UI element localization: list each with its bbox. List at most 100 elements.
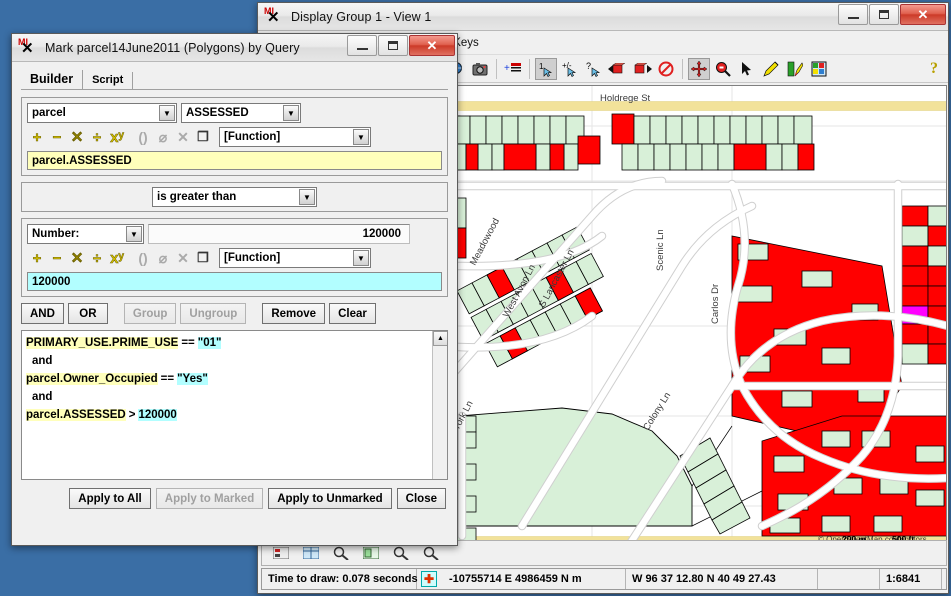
minimize-button[interactable] — [347, 35, 377, 56]
script-operator: == — [181, 337, 195, 349]
maximize-button[interactable] — [378, 35, 408, 56]
prev-view-icon[interactable] — [607, 58, 629, 80]
help-tool-icon[interactable]: ? — [583, 58, 605, 80]
style-tool-icon[interactable] — [784, 58, 806, 80]
close-dialog-button[interactable]: Close — [396, 488, 446, 509]
operand-a-operators[interactable]: + − ✕ ÷ xʸ () ⌀ ✕ ❐ [Function] ▼ — [27, 126, 442, 148]
map-window-title: Display Group 1 - View 1 — [291, 9, 432, 24]
desktop: MI ✕ Display Group 1 - View 1 ✕ tKeys + … — [0, 0, 951, 596]
script-operator: == — [160, 373, 175, 385]
svg-text:+: + — [504, 63, 510, 74]
operand-b-panel: Number: ▼ 120000 + − ✕ ÷ xʸ () ⌀ ✕ ❐ [Fu… — [21, 218, 448, 297]
function-select-a[interactable]: [Function] ▼ — [219, 127, 371, 147]
comparison-select[interactable]: is greater than ▼ — [152, 187, 317, 207]
cancel-icon[interactable] — [655, 58, 677, 80]
query-dialog-titlebar[interactable]: MI ✕ Mark parcel14June2011 (Polygons) by … — [12, 34, 457, 62]
geographic-coordinates: W 96 37 12.80 N 40 49 27.43 — [626, 569, 818, 589]
chevron-down-icon[interactable]: ▼ — [283, 105, 299, 121]
script-field: parcel.Owner_Occupied — [26, 373, 158, 385]
select-tool-icon[interactable] — [736, 58, 758, 80]
close-button[interactable]: ✕ — [409, 35, 455, 56]
subtract-operator[interactable]: − — [47, 248, 67, 268]
function-select-a-value: [Function] — [224, 131, 281, 143]
search-icon[interactable] — [419, 543, 443, 563]
close-button[interactable]: ✕ — [900, 4, 946, 25]
or-button[interactable]: OR — [67, 303, 108, 324]
function-select-b[interactable]: [Function] ▼ — [219, 248, 371, 268]
map-window-titlebar[interactable]: MI ✕ Display Group 1 - View 1 ✕ — [258, 3, 948, 31]
script-line: and — [26, 352, 443, 370]
apply-to-all-button[interactable]: Apply to All — [69, 488, 151, 509]
chevron-down-icon[interactable]: ▼ — [353, 129, 369, 145]
dialog-action-buttons[interactable]: Apply to All Apply to Marked Apply to Un… — [21, 488, 448, 509]
operand-a-expression[interactable]: parcel.ASSESSED — [27, 151, 442, 170]
operand-b-selectors: Number: ▼ 120000 — [27, 224, 442, 244]
value-type-select[interactable]: Number: ▼ — [27, 224, 144, 244]
column-select[interactable]: ASSESSED ▼ — [181, 103, 301, 123]
script-keyword: and — [32, 391, 53, 403]
scroll-up-button[interactable]: ▲ — [433, 331, 447, 346]
coordinate-mode-button[interactable]: ✚ — [417, 569, 443, 589]
draw-tool-icon[interactable] — [760, 58, 782, 80]
apply-to-unmarked-button[interactable]: Apply to Unmarked — [268, 488, 392, 509]
multiply-operator[interactable]: ✕ — [67, 248, 87, 268]
subtract-operator[interactable]: − — [47, 127, 67, 147]
tab-builder[interactable]: Builder — [21, 70, 84, 89]
clear-button[interactable]: Clear — [329, 303, 376, 324]
next-view-icon[interactable] — [631, 58, 653, 80]
chevron-down-icon[interactable]: ▼ — [126, 226, 142, 242]
tab-script[interactable]: Script — [83, 72, 134, 89]
remove-button[interactable]: Remove — [262, 303, 326, 324]
ruler-tool-icon[interactable]: +/- — [559, 58, 581, 80]
logic-button-row[interactable]: AND OR Group Ungroup Remove Clear — [21, 303, 448, 324]
legend-icon[interactable] — [269, 543, 293, 563]
delete-operator: ✕ — [177, 128, 189, 145]
chevron-down-icon[interactable]: ▼ — [159, 105, 175, 121]
script-scrollbar[interactable]: ▲ — [432, 331, 447, 479]
query-script-area[interactable]: PRIMARY_USE.PRIME_USE == "01" and parcel… — [21, 330, 448, 480]
script-value: "Yes" — [177, 373, 208, 385]
operand-b-expression[interactable]: 120000 — [27, 272, 442, 291]
number-input[interactable]: 120000 — [148, 224, 410, 244]
street-label: Scenic Ln — [655, 229, 666, 271]
and-button[interactable]: AND — [21, 303, 64, 324]
zoom-out-icon[interactable] — [329, 543, 353, 563]
divide-operator[interactable]: ÷ — [87, 127, 107, 147]
script-value: 120000 — [138, 409, 177, 421]
draw-time-status: Time to draw: 0.078 seconds — [262, 569, 418, 589]
script-operator: > — [128, 409, 136, 421]
add-operator[interactable]: + — [27, 248, 47, 268]
map-window-controls[interactable]: ✕ — [837, 4, 946, 26]
thematic-icon[interactable] — [808, 58, 830, 80]
remove-parenthesis-operator: ⌀ — [158, 249, 168, 266]
minimize-button[interactable] — [838, 4, 868, 25]
table-icon[interactable] — [299, 543, 323, 563]
query-tabs[interactable]: Builder Script — [21, 69, 448, 90]
power-operator[interactable]: xʸ — [107, 127, 127, 147]
find-icon[interactable] — [389, 543, 413, 563]
camera-icon[interactable] — [469, 58, 491, 80]
query-dialog[interactable]: MI ✕ Mark parcel14June2011 (Polygons) by … — [11, 33, 458, 546]
layout-icon[interactable] — [359, 543, 383, 563]
info-tool-icon[interactable]: 1 — [535, 57, 557, 80]
pan-tool-icon[interactable] — [688, 57, 710, 80]
add-layer-icon[interactable]: + — [502, 58, 524, 80]
operand-b-operators[interactable]: + − ✕ ÷ xʸ () ⌀ ✕ ❐ [Function] ▼ — [27, 247, 442, 269]
svg-text:1: 1 — [539, 62, 544, 71]
chevron-down-icon[interactable]: ▼ — [353, 250, 369, 266]
zoom-tool-icon[interactable] — [712, 58, 734, 80]
operand-a-panel: parcel ▼ ASSESSED ▼ + − ✕ ÷ xʸ () ⌀ ✕ ❐ … — [21, 97, 448, 176]
query-dialog-controls[interactable]: ✕ — [346, 35, 455, 57]
multiply-operator[interactable]: ✕ — [67, 127, 87, 147]
chevron-down-icon[interactable]: ▼ — [299, 189, 315, 205]
comparison-panel: is greater than ▼ — [21, 182, 448, 212]
maximize-button[interactable] — [869, 4, 899, 25]
script-line: and — [26, 388, 443, 406]
new-expression-icon[interactable]: ❐ — [193, 127, 213, 147]
table-select[interactable]: parcel ▼ — [27, 103, 177, 123]
help-question-icon[interactable]: ? — [930, 60, 938, 78]
new-expression-icon[interactable]: ❐ — [193, 248, 213, 268]
power-operator[interactable]: xʸ — [107, 248, 127, 268]
add-operator[interactable]: + — [27, 127, 47, 147]
divide-operator[interactable]: ÷ — [87, 248, 107, 268]
